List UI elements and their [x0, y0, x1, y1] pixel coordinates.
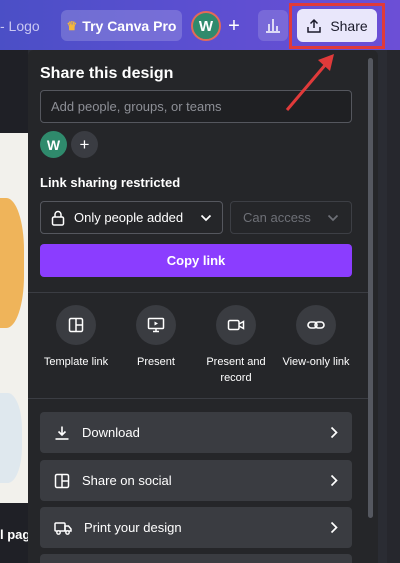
share-on-social-row[interactable]: Share on social — [40, 460, 352, 501]
present-icon — [147, 317, 165, 333]
template-link-action[interactable]: Template link — [36, 305, 116, 370]
lock-icon — [51, 210, 65, 226]
add-collaborator-button[interactable]: + — [222, 11, 246, 41]
chevron-right-icon — [330, 521, 338, 534]
template-link-label: Template link — [43, 356, 109, 368]
link-sharing-heading: Link sharing restricted — [40, 175, 181, 190]
print-your-design-label: Print your design — [84, 520, 182, 535]
panel-scrollbar[interactable] — [368, 58, 373, 518]
truck-icon — [54, 521, 72, 535]
present-and-record-label: Present and record — [206, 356, 266, 384]
view-only-link-button[interactable] — [296, 305, 336, 345]
editor-scrollbar[interactable] — [387, 50, 400, 563]
copy-link-button[interactable]: Copy link — [40, 244, 352, 277]
social-icon — [54, 473, 70, 488]
download-icon — [55, 426, 69, 440]
link-icon — [307, 321, 325, 329]
chevron-right-icon — [330, 474, 338, 487]
chevron-right-icon — [330, 426, 338, 439]
link-access-dropdown[interactable]: Only people added — [40, 201, 223, 234]
collaborator-avatar[interactable]: W — [40, 131, 67, 158]
bar-chart-icon — [266, 19, 280, 33]
option-row-partial[interactable] — [40, 554, 352, 563]
template-icon — [68, 317, 84, 333]
present-button[interactable] — [136, 305, 176, 345]
link-access-value: Only people added — [74, 210, 184, 225]
view-only-link-label: View-only link — [282, 356, 350, 368]
download-label: Download — [82, 425, 140, 440]
design-shape — [0, 198, 24, 328]
design-title[interactable]: - Logo — [0, 18, 40, 34]
add-person-button[interactable]: + — [71, 131, 98, 158]
present-action[interactable]: Present — [116, 305, 196, 370]
user-avatar[interactable]: W — [191, 11, 221, 41]
try-canva-pro-button[interactable]: ♛ Try Canva Pro — [61, 10, 182, 41]
analytics-button[interactable] — [258, 10, 288, 41]
share-panel: Share this design W + Link sharing restr… — [28, 50, 378, 563]
present-label: Present — [137, 356, 175, 368]
try-canva-pro-label: Try Canva Pro — [82, 17, 177, 34]
annotation-highlight-box — [289, 3, 385, 49]
permission-dropdown[interactable]: Can access — [230, 201, 352, 234]
present-and-record-action[interactable]: Present and record — [196, 305, 276, 386]
chevron-down-icon — [327, 214, 339, 221]
design-page[interactable] — [0, 133, 28, 503]
template-link-button[interactable] — [56, 305, 96, 345]
camera-icon — [227, 319, 245, 331]
crown-icon: ♛ — [66, 18, 78, 33]
print-your-design-row[interactable]: Print your design — [40, 507, 352, 548]
divider — [28, 292, 368, 293]
divider — [28, 398, 368, 399]
page-caption: l pag — [0, 527, 31, 542]
view-only-link-action[interactable]: View-only link — [276, 305, 356, 370]
add-people-input[interactable] — [40, 90, 352, 123]
present-and-record-button[interactable] — [216, 305, 256, 345]
chevron-down-icon — [200, 214, 212, 221]
design-shape — [0, 393, 22, 483]
share-on-social-label: Share on social — [82, 473, 172, 488]
panel-title: Share this design — [40, 65, 174, 82]
permission-value: Can access — [243, 210, 311, 225]
download-row[interactable]: Download — [40, 412, 352, 453]
